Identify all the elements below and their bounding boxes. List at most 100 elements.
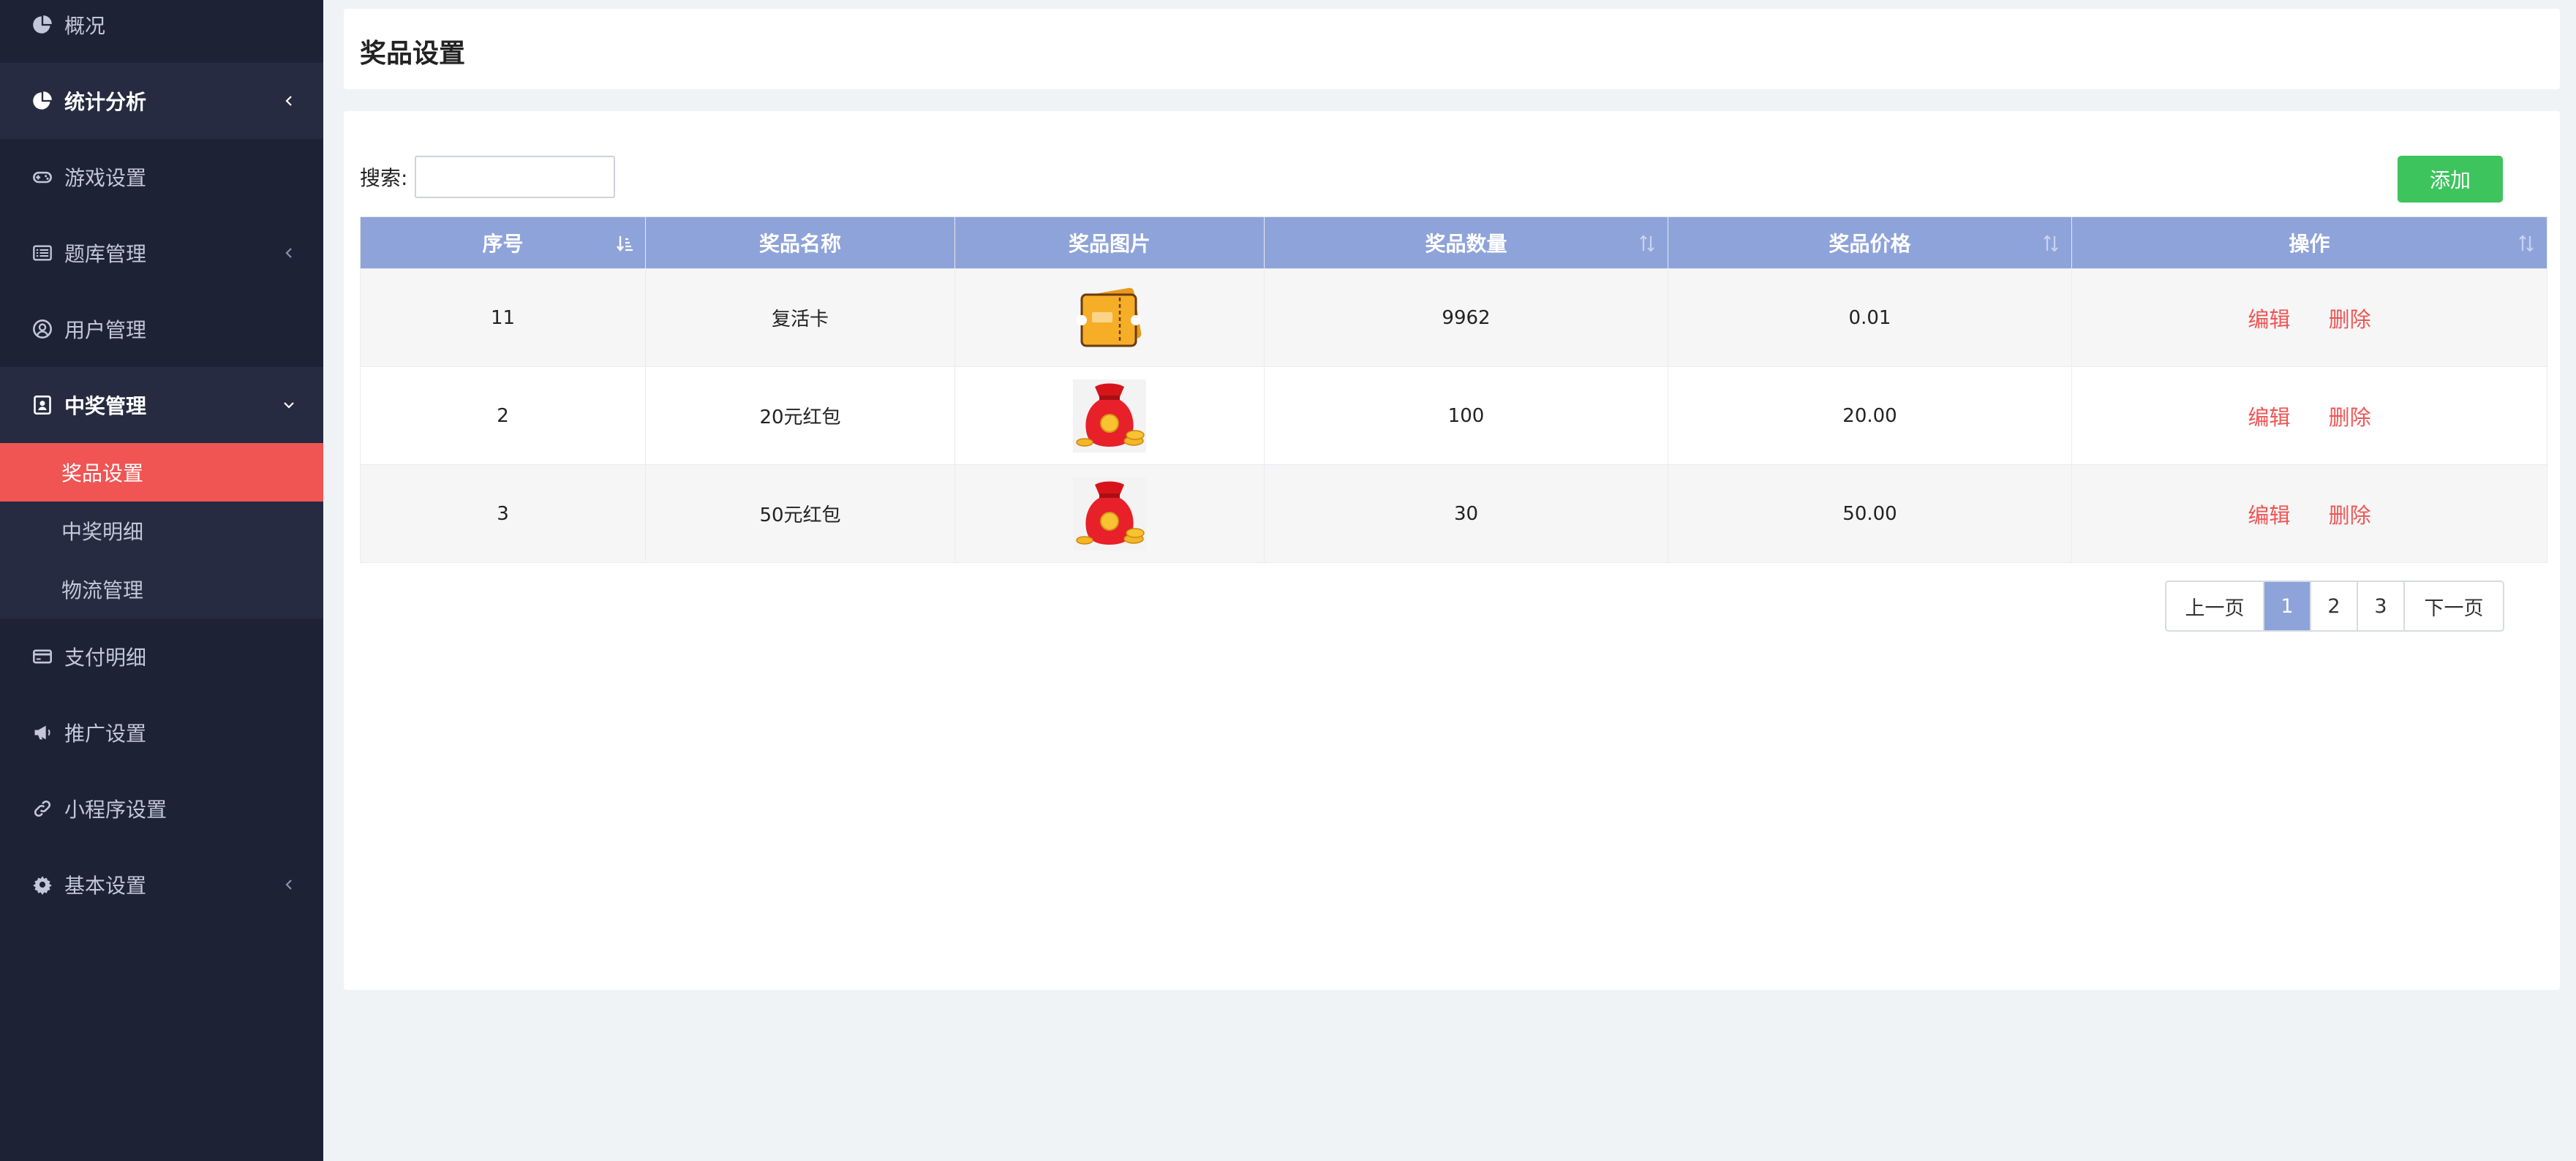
sidebar-item-payment-details[interactable]: 支付明细 [0, 619, 323, 695]
edit-link[interactable]: 编辑 [2248, 405, 2290, 430]
megaphone-icon [31, 721, 54, 744]
page-title: 奖品设置 [360, 39, 466, 69]
sort-asc-icon[interactable] [614, 233, 635, 254]
page-header: 奖品设置 [344, 9, 2560, 89]
cell-quantity: 30 [1264, 464, 1668, 563]
cell-image [954, 366, 1265, 465]
cell-name: 50元红包 [645, 464, 955, 563]
column-header-image: 奖品图片 [954, 216, 1265, 269]
content-panel: 搜索: 添加 序号 奖品名称 奖品图片 奖品数量 奖品价格 操作 11 复活卡 … [344, 111, 2560, 990]
edit-link[interactable]: 编辑 [2248, 503, 2290, 528]
submenu-item-prize-settings[interactable]: 奖品设置 [0, 443, 323, 502]
prize-table: 序号 奖品名称 奖品图片 奖品数量 奖品价格 操作 11 复活卡 9962 0.… [360, 216, 2547, 563]
sidebar-item-label: 支付明细 [64, 646, 147, 670]
sidebar-item-prize-management[interactable]: 中奖管理 [0, 367, 323, 443]
chevron-left-icon [282, 94, 295, 107]
submenu-item-winning-details[interactable]: 中奖明细 [0, 502, 323, 560]
sidebar-item-label: 用户管理 [64, 318, 147, 342]
column-header-actions[interactable]: 操作 [2071, 216, 2547, 269]
gamepad-icon [31, 165, 54, 189]
submenu-item-label: 中奖明细 [61, 520, 144, 544]
column-header-name: 奖品名称 [645, 216, 955, 269]
list-icon [31, 241, 54, 265]
submenu-item-label: 奖品设置 [61, 461, 144, 485]
pie-chart-icon [31, 89, 54, 113]
column-header-label: 奖品图片 [1068, 232, 1150, 256]
sort-both-icon[interactable] [2516, 233, 2537, 254]
column-header-label: 奖品数量 [1425, 232, 1507, 256]
sidebar-item-label: 统计分析 [64, 90, 147, 114]
sidebar-item-label: 基本设置 [64, 874, 147, 898]
sidebar-item-mini-program[interactable]: 小程序设置 [0, 771, 323, 847]
user-circle-icon [31, 317, 54, 341]
sidebar-item-label: 题库管理 [64, 242, 147, 266]
submenu-item-logistics[interactable]: 物流管理 [0, 560, 323, 619]
pagination: 上一页 1 2 3 下一页 [2165, 580, 2504, 632]
cell-price: 0.01 [1668, 268, 2072, 367]
cell-name: 复活卡 [645, 268, 955, 367]
cell-actions: 编辑 删除 [2071, 268, 2547, 367]
search-input[interactable] [415, 156, 615, 198]
page-button-3[interactable]: 3 [2358, 582, 2405, 630]
column-header-label: 操作 [2289, 232, 2330, 256]
red-envelope-icon [1073, 379, 1146, 453]
sidebar-item-basic-settings[interactable]: 基本设置 [0, 847, 323, 923]
page-button-1[interactable]: 1 [2264, 582, 2311, 630]
prize-submenu: 奖品设置 中奖明细 物流管理 [0, 443, 323, 619]
edit-link[interactable]: 编辑 [2248, 307, 2290, 332]
ticket-icon [1073, 281, 1146, 355]
delete-link[interactable]: 删除 [2329, 405, 2371, 430]
cell-price: 20.00 [1668, 366, 2072, 465]
prev-page-button[interactable]: 上一页 [2166, 582, 2264, 630]
cell-price: 50.00 [1668, 464, 2072, 563]
column-header-label: 奖品价格 [1829, 232, 1911, 256]
sort-both-icon[interactable] [1637, 233, 1657, 254]
next-page-button[interactable]: 下一页 [2405, 582, 2503, 630]
chevron-left-icon [282, 246, 295, 260]
contact-card-icon [31, 393, 54, 417]
cell-actions: 编辑 删除 [2071, 464, 2547, 563]
submenu-item-label: 物流管理 [61, 578, 144, 602]
column-header-price[interactable]: 奖品价格 [1668, 216, 2072, 269]
sidebar-item-overview[interactable]: 概况 [0, 0, 323, 63]
table-row: 2 20元红包 100 20.00 编辑 删除 [360, 366, 2547, 465]
sidebar-item-label: 中奖管理 [64, 394, 147, 418]
sidebar-item-label: 推广设置 [64, 722, 147, 746]
delete-link[interactable]: 删除 [2329, 503, 2371, 528]
cell-quantity: 9962 [1264, 268, 1668, 367]
sidebar-item-label: 游戏设置 [64, 166, 147, 190]
sidebar-item-user-management[interactable]: 用户管理 [0, 291, 323, 367]
sidebar-item-promotion[interactable]: 推广设置 [0, 695, 323, 771]
cell-image [954, 268, 1265, 367]
cell-actions: 编辑 删除 [2071, 366, 2547, 465]
search-label: 搜索: [360, 166, 408, 190]
cell-quantity: 100 [1264, 366, 1668, 465]
table-header-row: 序号 奖品名称 奖品图片 奖品数量 奖品价格 操作 [360, 216, 2547, 269]
column-header-id[interactable]: 序号 [360, 216, 646, 269]
table-row: 11 复活卡 9962 0.01 编辑 删除 [360, 268, 2547, 367]
column-header-quantity[interactable]: 奖品数量 [1264, 216, 1668, 269]
sidebar-item-game-settings[interactable]: 游戏设置 [0, 139, 323, 215]
pie-chart-icon [31, 13, 54, 37]
chevron-left-icon [282, 878, 295, 891]
delete-link[interactable]: 删除 [2329, 307, 2371, 332]
cell-id: 11 [360, 268, 646, 367]
column-header-label: 序号 [482, 232, 524, 256]
cell-name: 20元红包 [645, 366, 955, 465]
chevron-down-icon [282, 398, 295, 412]
sidebar: 概况 统计分析 游戏设置 题库管理 用户管理 中奖管理 奖品设置 中奖明细 物流… [0, 0, 323, 1161]
credit-card-icon [31, 645, 54, 668]
add-button[interactable]: 添加 [2398, 156, 2503, 203]
table-row: 3 50元红包 30 50.00 编辑 删除 [360, 464, 2547, 563]
gear-icon [31, 873, 54, 896]
sidebar-item-question-bank[interactable]: 题库管理 [0, 215, 323, 291]
red-envelope-icon [1073, 477, 1146, 551]
cell-id: 2 [360, 366, 646, 465]
sidebar-item-label: 概况 [64, 14, 106, 38]
link-icon [31, 797, 54, 820]
cell-id: 3 [360, 464, 646, 563]
sidebar-item-statistics[interactable]: 统计分析 [0, 63, 323, 139]
page-button-2[interactable]: 2 [2311, 582, 2358, 630]
sort-both-icon[interactable] [2041, 233, 2061, 254]
sidebar-item-label: 小程序设置 [64, 798, 167, 822]
